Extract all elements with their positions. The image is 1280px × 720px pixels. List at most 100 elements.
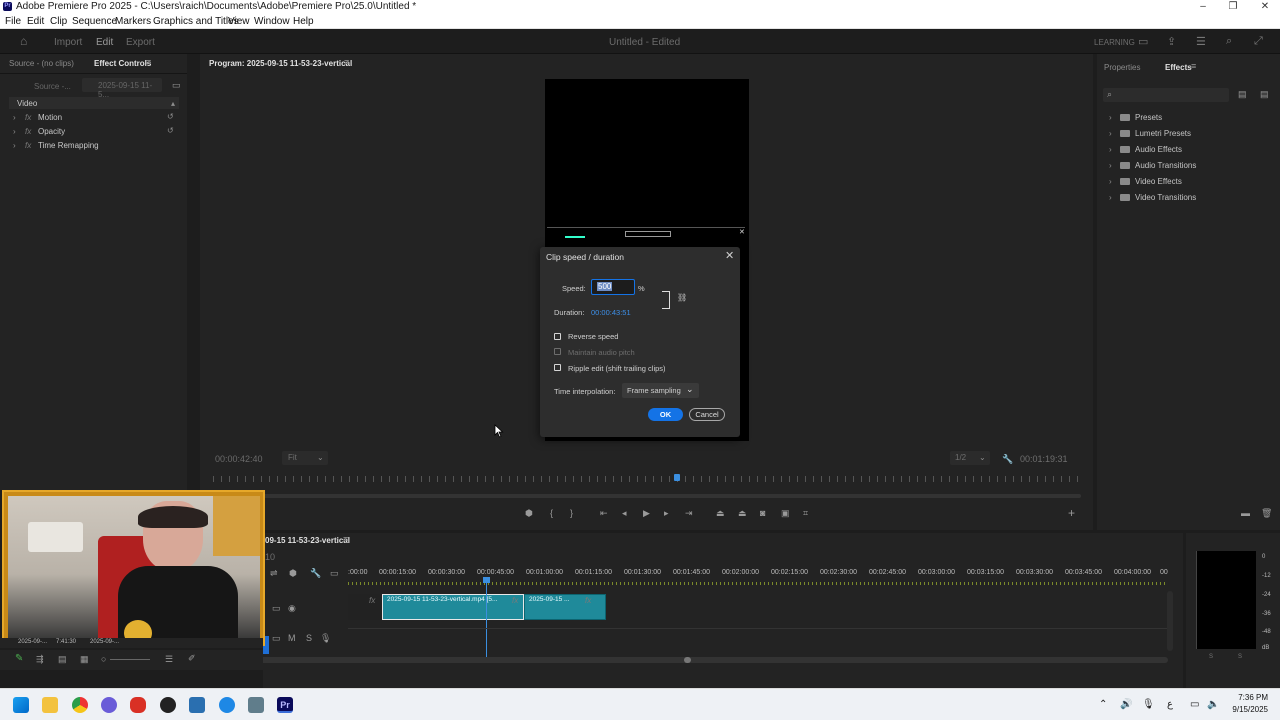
expand-icon[interactable]: › [1109,145,1112,154]
monitor-scrub-ruler[interactable] [213,476,1081,482]
menu-markers[interactable]: Markers [115,16,151,27]
timeline-timecode[interactable]: 10 [265,552,275,562]
solo-left-button[interactable]: S [1209,654,1213,660]
close-window-button[interactable]: ✕ [1250,0,1280,14]
chat-app-icon[interactable] [101,697,117,713]
selection-tool-icon[interactable]: ✎ [15,653,23,664]
collapse-icon[interactable]: ▴ [171,99,175,108]
effects-item-audio-effects[interactable]: › Audio Effects [1107,144,1267,156]
premiere-taskbar-icon[interactable]: Pr [277,697,293,713]
timeline-view-icon[interactable]: ▭ [172,80,181,91]
captions-icon[interactable]: ▭ [330,568,339,579]
mark-out-icon[interactable]: } [570,508,573,518]
effects-item-presets[interactable]: › Presets [1107,112,1267,124]
trash-icon[interactable]: 🗑 [1261,508,1272,519]
linked-selection-icon[interactable]: ⬢ [289,568,297,579]
lift-icon[interactable]: ⏏ [716,508,725,519]
effects-item-audio-transitions[interactable]: › Audio Transitions [1107,160,1267,172]
timeline-playhead[interactable] [486,577,487,657]
scrollbar-handle[interactable] [684,657,691,663]
panel-menu-icon[interactable]: ≡ [344,57,349,67]
track-select-icon[interactable]: ⇶ [36,654,44,665]
mic-icon[interactable]: 🎙 [320,633,331,644]
sequence-tab[interactable]: 09-15 11-53-23-vertical [265,536,350,545]
maximize-button[interactable]: ❐ [1218,0,1248,14]
expand-icon[interactable]: › [1109,161,1112,170]
play-icon[interactable]: ▶ [643,508,650,519]
tab-export[interactable]: Export [126,37,155,48]
snipping-tool-icon[interactable] [189,697,205,713]
solo-right-button[interactable]: S [1238,654,1242,660]
monitor-playhead[interactable] [674,474,680,481]
step-back-icon[interactable]: ◂ [622,508,627,519]
zoom-slider-icon[interactable]: ○ [101,654,106,664]
expand-icon[interactable]: › [1109,129,1112,138]
language-icon[interactable]: ع [1167,699,1173,710]
pen-tool-icon[interactable]: ✐ [188,653,196,664]
add-marker-icon[interactable]: ⬢ [525,508,533,519]
calculator-icon[interactable] [248,697,264,713]
fullscreen-icon[interactable]: ⤢ [1254,35,1263,48]
network-icon[interactable]: ▭ [1190,699,1199,710]
track-target-icon[interactable]: ▭ [272,633,281,644]
reset-icon[interactable]: ↺ [167,112,174,121]
extract-icon[interactable]: ⏏ [738,508,747,519]
menu-edit[interactable]: Edit [27,16,44,27]
speed-input[interactable]: 500 [591,279,635,295]
solo-icon[interactable]: S [306,633,312,643]
tab-effects[interactable]: Effects [1165,63,1192,72]
panel-menu-icon[interactable]: ≡ [1191,61,1196,71]
timeline-ruler[interactable]: :00:00 00:00:15:00 00:00:30:00 00:00:45:… [348,569,1168,583]
search-icon[interactable]: ⌕ [1226,35,1232,48]
volume-icon[interactable]: 🔊 [1120,699,1132,710]
eye-icon[interactable]: ◉ [288,603,296,614]
timeline-clip-selected[interactable]: 2025-09-15 11-53-23-vertical.mp4 [5... [382,594,524,620]
expand-icon[interactable]: › [13,113,16,122]
share-icon[interactable]: ⇪ [1167,35,1176,48]
new-folder-icon[interactable]: ▬ [1241,508,1250,518]
fit-dropdown[interactable]: Fit ⌄ [282,451,328,465]
expand-icon[interactable]: › [1109,177,1112,186]
menu-clip[interactable]: Clip [50,16,67,27]
menu-file[interactable]: File [5,16,21,27]
maintain-pitch-checkbox[interactable] [554,348,561,355]
effects-item-video-transitions[interactable]: › Video Transitions [1107,192,1267,204]
menu-icon[interactable]: ☰ [165,654,173,665]
tab-edit[interactable]: Edit [96,37,113,48]
tab-effect-controls[interactable]: Effect Controls [94,59,151,68]
browser-icon[interactable] [219,697,235,713]
resolution-dropdown[interactable]: 1/2 ⌄ [950,451,990,465]
tab-source[interactable]: Source - (no clips) [9,59,74,68]
snap-icon[interactable]: ⇌ [270,568,278,579]
clock-time[interactable]: 7:36 PM [1230,693,1268,702]
vertical-scrollbar[interactable] [1167,591,1173,651]
interpolation-dropdown[interactable]: Frame sampling ⌄ [622,383,699,398]
expand-icon[interactable]: › [1109,113,1112,122]
reset-icon[interactable]: ↺ [167,126,174,135]
mark-in-icon[interactable]: { [550,508,553,518]
effects-search-input[interactable]: ⌕ [1103,88,1229,102]
effect-row-opacity[interactable]: › fx Opacity ↺ [9,125,179,138]
clock-date[interactable]: 9/15/2025 [1226,705,1268,714]
chrome-icon[interactable] [72,697,88,713]
obs-icon[interactable] [160,697,176,713]
menu-help[interactable]: Help [293,16,314,27]
step-forward-icon[interactable]: ▸ [664,508,669,519]
playhead-handle[interactable] [483,577,490,583]
go-to-in-icon[interactable]: ⇤ [600,508,608,519]
new-preset-bin-icon[interactable]: ▤ [1260,89,1269,100]
tray-chevron-icon[interactable]: ⌃ [1099,699,1107,710]
app-icon-red[interactable] [130,697,146,713]
learning-label[interactable]: LEARNING [1094,38,1135,47]
expand-icon[interactable]: › [13,141,16,150]
clip-left-stub[interactable] [348,594,383,620]
panels-menu-icon[interactable]: ☰ [1196,35,1206,48]
expand-icon[interactable]: › [1109,193,1112,202]
menu-graphics-titles[interactable]: Graphics and Titles [153,16,239,27]
minimize-button[interactable]: – [1188,0,1218,14]
mute-icon[interactable]: M [288,633,296,643]
menu-view[interactable]: View [228,16,250,27]
link-chain-icon[interactable]: ⛓ [677,293,687,302]
panel-menu-icon[interactable]: ≡ [343,534,348,544]
menu-window[interactable]: Window [254,16,290,27]
